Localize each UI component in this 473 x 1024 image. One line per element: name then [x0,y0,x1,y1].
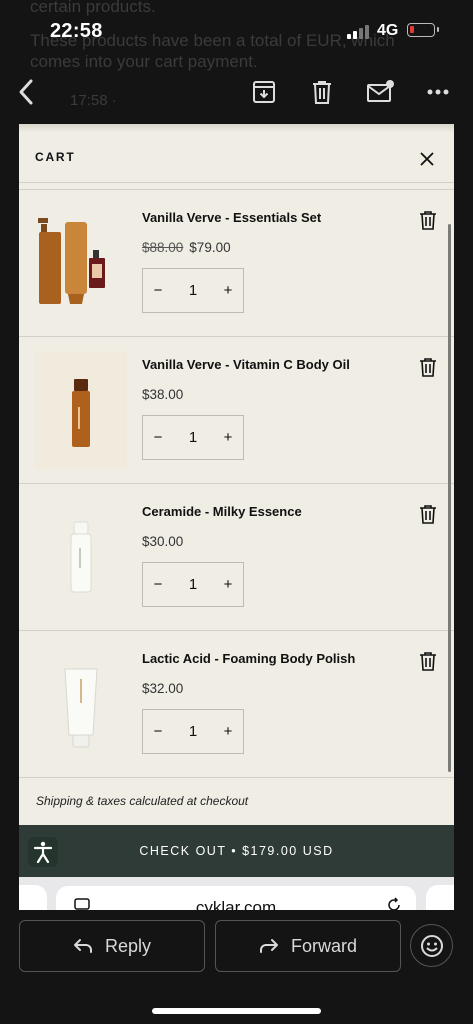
original-price: $88.00 [142,240,184,255]
browser-tab-previous[interactable] [19,885,47,910]
cart-item: Lactic Acid - Foaming Body Polish $32.00… [19,631,454,778]
product-name[interactable]: Ceramide - Milky Essence [142,504,302,519]
cart-header: CART [19,132,454,183]
cart-title: CART [35,150,76,164]
reply-button[interactable]: Reply [19,920,205,972]
emoji-reaction-button[interactable] [410,924,453,967]
close-button[interactable] [415,147,439,171]
chevron-left-icon [19,79,33,105]
cart-item: Vanilla Verve - Vitamin C Body Oil $38.0… [19,337,454,484]
price-row: $38.00 [142,387,183,402]
cart-item: Vanilla Verve - Essentials Set $88.00 $79… [19,190,454,337]
product-name[interactable]: Lactic Acid - Foaming Body Polish [142,651,355,666]
decrease-quantity-button[interactable]: − [143,416,173,459]
accessibility-icon [33,841,53,863]
quantity-value[interactable]: 1 [189,282,197,299]
decrease-quantity-button[interactable]: − [143,710,173,753]
mark-unread-button[interactable] [362,74,398,110]
url-text: cyklar.com [195,898,277,910]
forward-button[interactable]: Forward [215,920,401,972]
network-label: 4G [377,22,399,39]
cart-item: Ceramide - Milky Essence $30.00 − 1 + [19,484,454,631]
smiley-icon [420,934,443,957]
product-image-milky-essence[interactable] [35,498,127,616]
product-name[interactable]: Vanilla Verve - Vitamin C Body Oil [142,357,350,372]
browser-tab-strip: cyklar.com [19,877,454,910]
reload-icon [388,897,400,910]
increase-quantity-button[interactable]: + [213,710,243,753]
quantity-value[interactable]: 1 [189,576,197,593]
forward-icon [259,939,278,953]
shipping-note: Shipping & taxes calculated at checkout [36,794,249,808]
checkout-label: CHECK OUT • $179.00 USD [139,844,334,858]
product-image-essentials-set[interactable] [35,204,127,322]
more-button[interactable] [420,74,456,110]
trash-icon [420,358,436,377]
increase-quantity-button[interactable]: + [213,269,243,312]
quantity-stepper: − 1 + [142,268,244,313]
trash-icon [313,81,331,104]
sale-price: $79.00 [189,240,231,255]
email-date-text: 17:58 · [70,92,117,109]
remove-item-button[interactable] [419,651,437,671]
price-row: $88.00 $79.00 [142,240,231,255]
battery-icon [407,23,439,37]
archive-button[interactable] [246,74,282,110]
quantity-value[interactable]: 1 [189,723,197,740]
accessibility-button[interactable] [28,837,58,867]
browser-tab-next[interactable] [426,885,454,910]
close-icon [420,152,434,166]
item-price: $38.00 [142,387,184,402]
cart-items-list: Vanilla Verve - Essentials Set $88.00 $79… [19,190,454,778]
archive-icon [253,81,275,103]
price-row: $30.00 [142,534,183,549]
signal-icon [347,25,371,39]
decrease-quantity-button[interactable]: − [143,269,173,312]
quantity-stepper: − 1 + [142,415,244,460]
reply-icon [73,939,92,953]
home-indicator[interactable] [152,1008,321,1014]
trash-icon [420,652,436,671]
quantity-stepper: − 1 + [142,562,244,607]
increase-quantity-button[interactable]: + [213,563,243,606]
browser-url-bar[interactable]: cyklar.com [56,886,416,910]
cart-scrollbar[interactable] [448,224,451,772]
cart-drawer: CART Vanilla Verve - Essentials Set $88.… [19,124,454,910]
item-price: $30.00 [142,534,184,549]
delete-button[interactable] [304,74,340,110]
remove-item-button[interactable] [419,504,437,524]
trash-icon [420,211,436,230]
price-row: $32.00 [142,681,183,696]
forward-label: Forward [290,935,357,956]
quantity-value[interactable]: 1 [189,429,197,446]
remove-item-button[interactable] [419,357,437,377]
status-time: 22:58 [50,20,103,42]
more-icon [427,89,449,95]
increase-quantity-button[interactable]: + [213,416,243,459]
trash-icon [420,505,436,524]
reply-label: Reply [104,935,152,956]
decrease-quantity-button[interactable]: − [143,563,173,606]
item-price: $32.00 [142,681,184,696]
remove-item-button[interactable] [419,210,437,230]
quantity-stepper: − 1 + [142,709,244,754]
mail-unread-icon [367,80,394,102]
status-bar: 22:58 4G [0,0,473,62]
back-button[interactable] [8,74,44,110]
product-image-body-polish[interactable] [35,645,127,763]
product-image-body-oil[interactable] [35,351,127,469]
product-name[interactable]: Vanilla Verve - Essentials Set [142,210,321,225]
checkout-button[interactable]: CHECK OUT • $179.00 USD [19,825,454,877]
